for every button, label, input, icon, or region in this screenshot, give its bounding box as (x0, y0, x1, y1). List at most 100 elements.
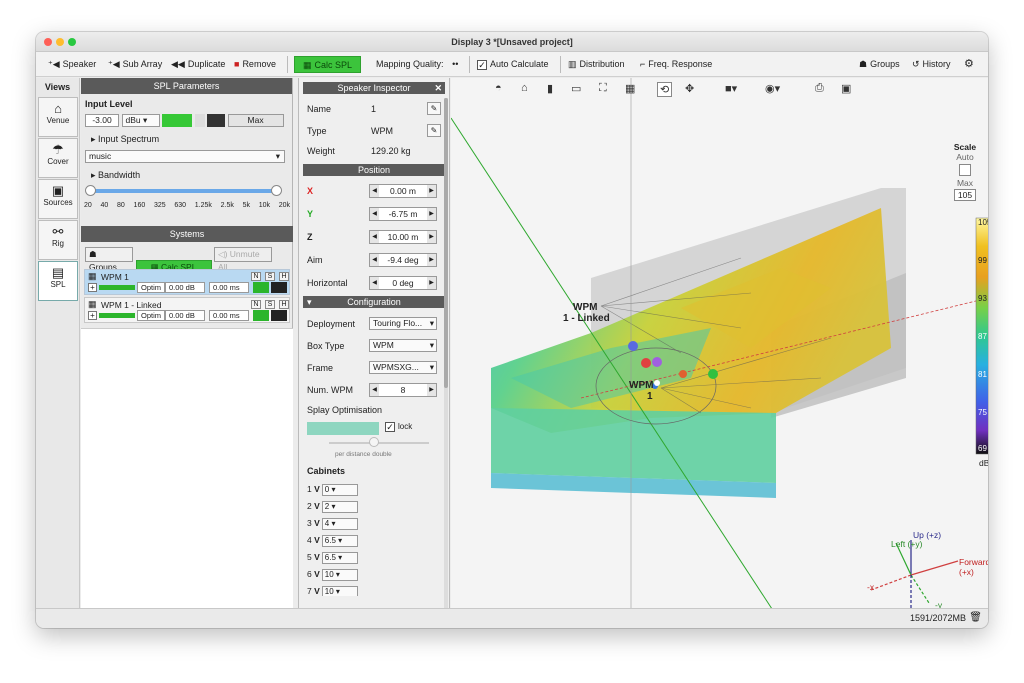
visibility-dropdown-icon[interactable]: ◉▾ (765, 82, 780, 95)
optim-button[interactable]: Optim (137, 282, 166, 293)
cabinet-angle-select[interactable]: 6.5 ▾ (321, 552, 358, 564)
y-stepper[interactable]: ◀ -6.75 m ▶ (369, 207, 437, 221)
expand-plus-icon[interactable]: + (88, 283, 97, 292)
settings-gear-icon[interactable]: ⚙ (964, 56, 974, 73)
system-hide-button[interactable]: H (279, 272, 289, 281)
bandwidth-toggle[interactable]: ▸ Bandwidth (91, 170, 140, 181)
increment-icon[interactable]: ▶ (427, 185, 436, 197)
decrement-icon[interactable]: ◀ (370, 185, 379, 197)
system-hide-button[interactable]: H (279, 300, 289, 309)
x-stepper[interactable]: ◀ 0.00 m ▶ (369, 184, 437, 198)
mapping-quality-selector[interactable]: Mapping Quality: •• (376, 56, 458, 73)
max-button[interactable]: Max (227, 114, 284, 127)
system-row[interactable]: ▦ WPM 1 - Linked N S H + Optim 0.00 dB 0… (84, 297, 290, 323)
increment-icon[interactable]: ▶ (427, 277, 436, 289)
aim-stepper[interactable]: ◀ -9.4 deg ▶ (369, 253, 437, 267)
num-wpm-stepper[interactable]: ◀ 8 ▶ (369, 383, 437, 397)
cabinet-angle-select[interactable]: 0 ▾ (321, 484, 358, 496)
cabinet-angle-select[interactable]: 6.5 ▾ (321, 535, 358, 547)
expand-plus-icon[interactable]: + (88, 311, 97, 320)
rotate-mode-icon[interactable]: ⟲ (657, 82, 673, 97)
increment-icon[interactable]: ▶ (427, 254, 436, 266)
bandwidth-low-handle[interactable] (85, 185, 96, 196)
view-spl-button[interactable]: ▤ SPL (38, 261, 78, 301)
home-view-icon[interactable]: ⌂ (521, 82, 528, 94)
lock-checkbox[interactable]: ✓ lock (385, 422, 412, 432)
system-n-button[interactable]: N (251, 272, 261, 281)
view-sources-button[interactable]: ▣ Sources (38, 179, 78, 219)
spl-3d-viewport[interactable]: ◓ ⌂ ▮ ▭ ⛶ ▦ ⟲ ✥ ■▾ ◉▾ ⎙ ▣ WPM 1 - Linked … (451, 78, 988, 608)
export-image-icon[interactable]: ⎙ (815, 82, 824, 95)
view-cover-button[interactable]: ☂ Cover (38, 138, 78, 178)
system-solo-button[interactable]: S (265, 272, 275, 281)
z-stepper[interactable]: ◀ 10.00 m ▶ (369, 230, 437, 244)
system-solo-button[interactable]: S (265, 300, 275, 309)
decrement-icon[interactable]: ◀ (370, 254, 379, 266)
cabinet-angle-select[interactable]: 10 ▾ (321, 586, 358, 596)
calc-spl-button[interactable]: ▦ Calc SPL (294, 56, 362, 73)
decrement-icon[interactable]: ◀ (370, 277, 379, 289)
edit-name-pencil-icon[interactable]: ✎ (427, 102, 441, 115)
box-type-select[interactable]: WPM ▾ (369, 339, 437, 352)
splay-slider-track[interactable] (329, 442, 429, 444)
freq-response-button[interactable]: ⌐ Freq. Response (640, 56, 712, 73)
input-level-field[interactable]: -3.00 (85, 114, 119, 127)
distribution-button[interactable]: ▥ Distribution (568, 56, 625, 73)
camera-dropdown-icon[interactable]: ■▾ (725, 82, 737, 95)
close-icon[interactable]: ✕ (434, 82, 442, 94)
unit-select[interactable]: dBu ▾ (121, 114, 160, 127)
splay-slider-handle[interactable] (369, 437, 379, 447)
top-view-icon[interactable]: ▭ (571, 82, 581, 95)
history-button[interactable]: ↺ History (912, 56, 951, 73)
delay-field[interactable]: 0.00 ms (209, 282, 249, 293)
side-view-icon[interactable]: ▮ (547, 82, 553, 95)
decrement-icon[interactable]: ◀ (370, 208, 379, 220)
optim-button[interactable]: Optim (137, 310, 166, 321)
add-sub-array-button[interactable]: ⁺◀ Sub Array (108, 56, 162, 73)
gain-field[interactable]: 0.00 dB (165, 310, 205, 321)
scale-auto-checkbox[interactable] (959, 164, 971, 176)
decrement-icon[interactable]: ◀ (370, 231, 379, 243)
add-speaker-button[interactable]: ⁺◀ Speaker (48, 56, 96, 73)
splay-optimise-button[interactable] (307, 422, 379, 435)
fit-view-icon[interactable]: ⛶ (599, 82, 607, 95)
system-n-button[interactable]: N (251, 300, 261, 309)
inspector-scrollbar-thumb[interactable] (444, 98, 448, 388)
spectrum-select[interactable]: music ▾ (85, 150, 285, 163)
perspective-view-icon[interactable]: ◓ (495, 82, 502, 94)
trash-icon[interactable]: 🗑 (969, 612, 982, 623)
increment-icon[interactable]: ▶ (427, 384, 436, 396)
input-spectrum-toggle[interactable]: ▸ Input Spectrum (91, 134, 159, 145)
deployment-select[interactable]: Touring Flo... ▾ (369, 317, 437, 330)
gain-field[interactable]: 0.00 dB (165, 282, 205, 293)
bandwidth-slider-track[interactable] (91, 189, 277, 193)
bandwidth-high-handle[interactable] (271, 185, 282, 196)
pan-mode-icon[interactable]: ✥ (685, 82, 694, 95)
groups-dropdown-button[interactable]: ☗ Groups.. (85, 247, 133, 272)
decrement-icon[interactable]: ◀ (370, 384, 379, 396)
increment-icon[interactable]: ▶ (427, 208, 436, 220)
frame-select[interactable]: WPMSXG... ▾ (369, 361, 437, 374)
increment-icon[interactable]: ▶ (427, 231, 436, 243)
minimize-window-button[interactable] (56, 38, 64, 46)
speaker-label-1[interactable]: WPM 1 (629, 380, 653, 402)
cabinet-angle-select[interactable]: 4 ▾ (321, 518, 358, 530)
cabinet-angle-select[interactable]: 10 ▾ (321, 569, 358, 581)
groups-button[interactable]: ☗ Groups (859, 56, 900, 73)
view-rig-button[interactable]: ⚯ Rig (38, 220, 78, 260)
speaker-label-linked[interactable]: WPM 1 - Linked (563, 302, 610, 324)
save-view-icon[interactable]: ▣ (841, 82, 851, 95)
duplicate-button[interactable]: ◀◀ Duplicate (171, 56, 225, 73)
edit-type-pencil-icon[interactable]: ✎ (427, 124, 441, 137)
system-row[interactable]: ▦ WPM 1 N S H + Optim 0.00 dB 0.00 ms (84, 269, 290, 295)
remove-button[interactable]: ■ Remove (234, 56, 276, 73)
configuration-section-header[interactable]: ▾ Configuration (303, 296, 445, 308)
scale-max-field[interactable]: 105 (954, 189, 976, 201)
unmute-all-button[interactable]: ◁) Unmute All (214, 247, 273, 272)
grid-toggle-icon[interactable]: ▦ (625, 82, 635, 95)
auto-calculate-checkbox[interactable]: ✓ Auto Calculate (477, 56, 549, 73)
cabinet-angle-select[interactable]: 2 ▾ (321, 501, 358, 513)
horizontal-stepper[interactable]: ◀ 0 deg ▶ (369, 276, 437, 290)
view-venue-button[interactable]: ⌂ Venue (38, 97, 78, 137)
delay-field[interactable]: 0.00 ms (209, 310, 249, 321)
